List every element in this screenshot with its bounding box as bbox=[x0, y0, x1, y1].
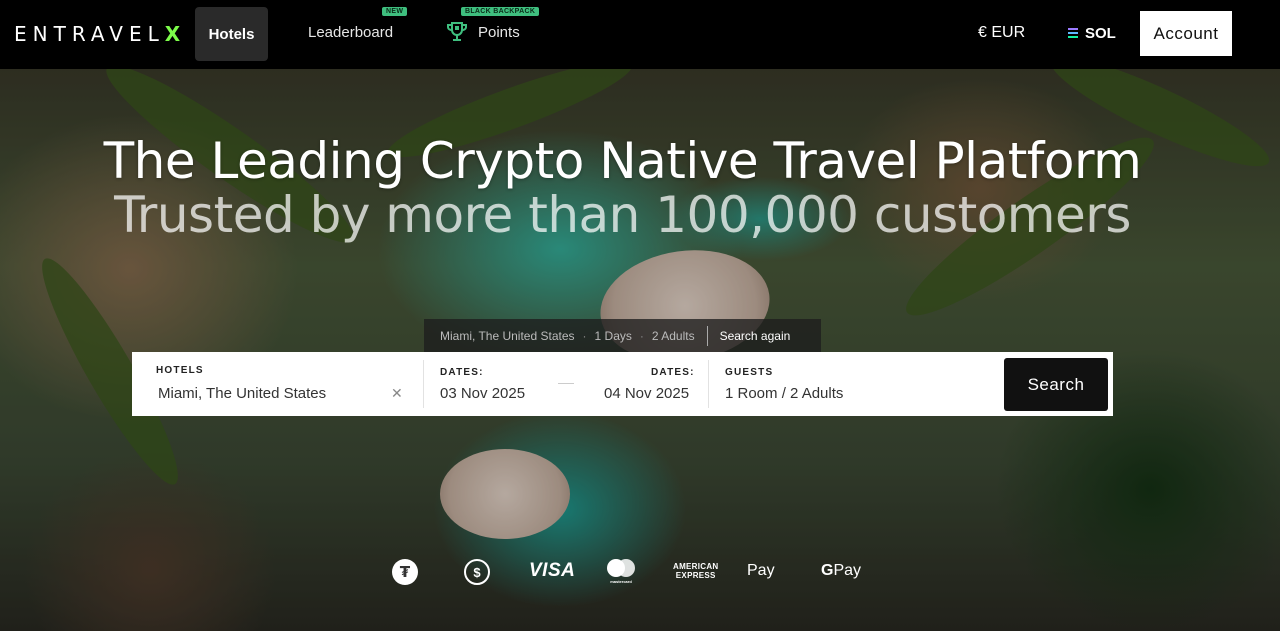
hotels-input[interactable]: Miami, The United States bbox=[158, 385, 326, 402]
checkout-label: DATES: bbox=[651, 367, 695, 378]
amex-line2: EXPRESS bbox=[675, 571, 716, 580]
checkin-label: DATES: bbox=[440, 367, 484, 378]
separator-dot: · bbox=[582, 328, 587, 343]
visa-icon: VISA bbox=[529, 560, 576, 581]
divider bbox=[706, 325, 708, 346]
recent-days: 1 Days bbox=[594, 328, 632, 343]
google-pay-icon: GPay bbox=[821, 562, 861, 580]
hero-subline: Trusted by more than 100,000 customers bbox=[114, 186, 1131, 244]
recent-search: Miami, The United States · 1 Days · 2 Ad… bbox=[424, 319, 821, 352]
google-g-icon: G bbox=[821, 562, 834, 579]
black-backpack-badge: BLACK BACKPACK bbox=[461, 7, 540, 16]
usdc-icon: $ bbox=[464, 559, 490, 585]
search-bar: HOTELS Miami, The United States ✕ DATES:… bbox=[132, 352, 1113, 416]
google-pay-text: Pay bbox=[833, 562, 862, 579]
top-nav: ENTRAVELX Hotels NEW Leaderboard BLACK B… bbox=[0, 0, 1280, 69]
guests-label: GUESTS bbox=[725, 367, 774, 378]
logo[interactable]: ENTRAVELX bbox=[14, 22, 180, 46]
solana-icon bbox=[1068, 28, 1078, 38]
recent-location: Miami, The United States bbox=[440, 328, 575, 343]
logo-text: ENTRAVEL bbox=[14, 22, 165, 46]
account-button[interactable]: Account bbox=[1140, 11, 1232, 56]
date-range-dash bbox=[558, 383, 574, 384]
clear-icon[interactable]: ✕ bbox=[391, 386, 405, 400]
search-again-link[interactable]: Search again bbox=[720, 329, 791, 343]
new-badge: NEW bbox=[382, 7, 408, 16]
hero-headline: The Leading Crypto Native Travel Platfor… bbox=[103, 132, 1142, 190]
chain-selector[interactable]: SOL bbox=[1085, 25, 1116, 42]
hotels-label: HOTELS bbox=[156, 365, 204, 376]
mastercard-icon: mastercard bbox=[607, 559, 635, 584]
trophy-icon bbox=[447, 22, 467, 41]
recent-adults: 2 Adults bbox=[651, 328, 695, 343]
apple-pay-text: Pay bbox=[747, 562, 775, 579]
divider bbox=[708, 360, 709, 408]
nav-leaderboard[interactable]: Leaderboard bbox=[308, 24, 393, 41]
separator-dot: · bbox=[639, 328, 644, 343]
apple-pay-icon: Pay bbox=[747, 562, 775, 580]
mastercard-caption: mastercard bbox=[610, 579, 632, 584]
logo-accent: X bbox=[164, 22, 181, 46]
checkout-date[interactable]: 04 Nov 2025 bbox=[604, 385, 689, 402]
tether-icon: ₮ bbox=[392, 559, 418, 585]
amex-icon: AMERICAN EXPRESS bbox=[673, 562, 719, 580]
amex-line1: AMERICAN bbox=[673, 562, 719, 571]
divider bbox=[423, 360, 424, 408]
nav-hotels[interactable]: Hotels bbox=[195, 7, 268, 61]
nav-points[interactable]: Points bbox=[478, 24, 520, 41]
search-button[interactable]: Search bbox=[1004, 358, 1108, 411]
guests-selector[interactable]: 1 Room / 2 Adults bbox=[725, 385, 843, 402]
currency-selector[interactable]: € EUR bbox=[978, 24, 1025, 42]
checkin-date[interactable]: 03 Nov 2025 bbox=[440, 385, 525, 402]
